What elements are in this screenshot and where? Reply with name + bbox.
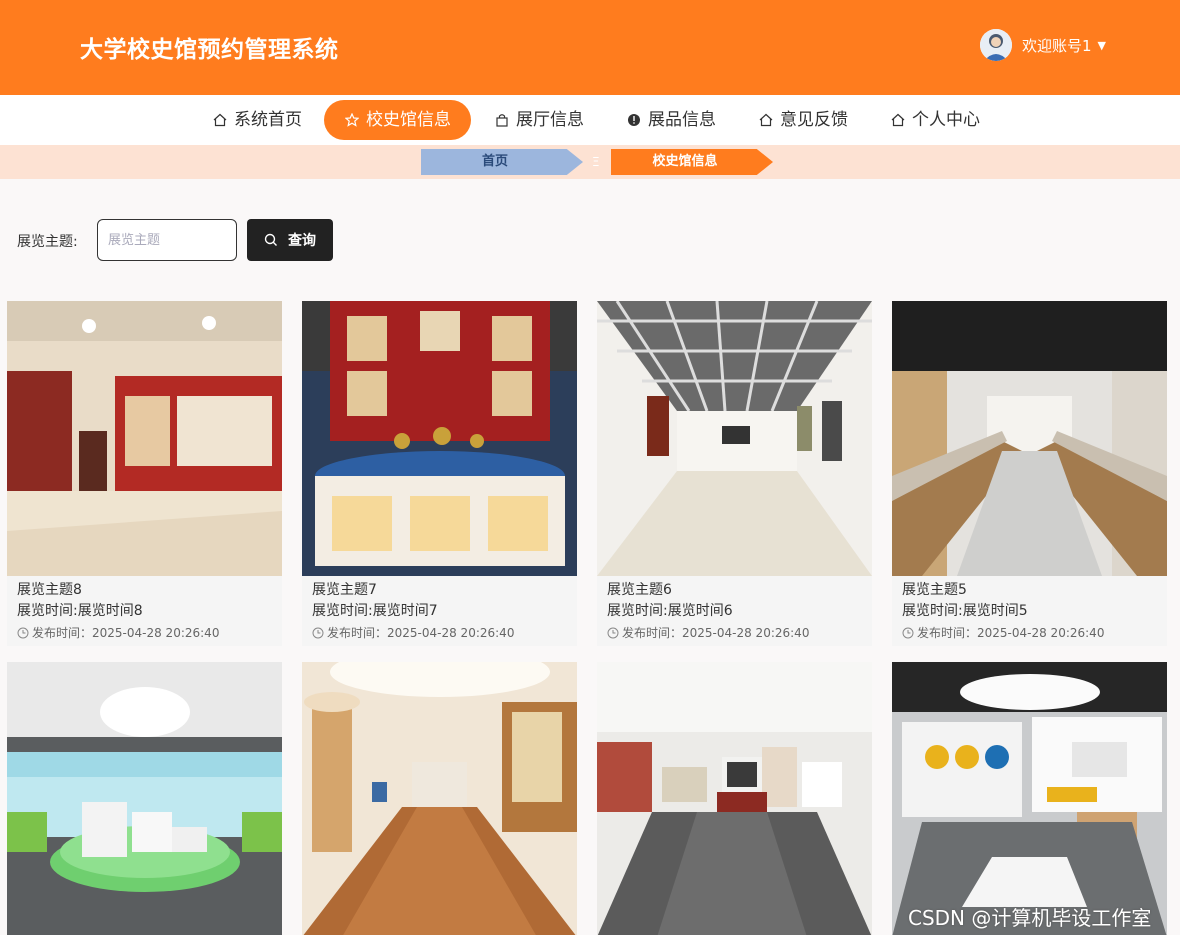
home-icon bbox=[212, 112, 228, 128]
home-icon bbox=[890, 112, 906, 128]
nav-label: 校史馆信息 bbox=[366, 110, 451, 130]
top-header: 大学校史馆预约管理系统 欢迎账号1 ▼ bbox=[0, 0, 1180, 95]
exhibition-image bbox=[892, 301, 1167, 576]
exhibition-card[interactable]: 展览主题8 展览时间:展览时间8 发布时间：2025-04-28 20:26:4… bbox=[7, 301, 282, 646]
card-theme: 展览主题7 bbox=[312, 582, 377, 598]
clock-icon bbox=[17, 627, 29, 639]
exhibition-card[interactable]: 展览主题7 展览时间:展览时间7 发布时间：2025-04-28 20:26:4… bbox=[302, 301, 577, 646]
bag-icon bbox=[494, 112, 510, 128]
exhibition-image bbox=[302, 301, 577, 576]
nav-label: 展厅信息 bbox=[516, 110, 584, 130]
exhibition-card[interactable] bbox=[302, 662, 577, 935]
exhibition-image bbox=[597, 301, 872, 576]
exhibition-card[interactable]: 展览主题5 展览时间:展览时间5 发布时间：2025-04-28 20:26:4… bbox=[892, 301, 1167, 646]
watermark: CSDN @计算机毕设工作室 bbox=[908, 906, 1152, 930]
card-published: 发布时间：2025-04-28 20:26:40 bbox=[917, 626, 1105, 640]
card-published: 发布时间：2025-04-28 20:26:40 bbox=[32, 626, 220, 640]
exhibition-card[interactable]: 展览主题6 展览时间:展览时间6 发布时间：2025-04-28 20:26:4… bbox=[597, 301, 872, 646]
breadcrumb-current: 校史馆信息 bbox=[611, 149, 773, 175]
caret-down-icon: ▼ bbox=[1097, 38, 1107, 52]
clock-icon bbox=[312, 627, 324, 639]
breadcrumb: 首页 Ξ 校史馆信息 bbox=[0, 145, 1180, 179]
exhibition-card[interactable] bbox=[892, 662, 1167, 935]
star-icon bbox=[344, 112, 360, 128]
nav-item-feedback[interactable]: 意见反馈 bbox=[758, 100, 848, 140]
nav-item-exhibition-hall[interactable]: 展厅信息 bbox=[494, 100, 584, 140]
card-theme: 展览主题6 bbox=[607, 582, 672, 598]
nav-item-school-history[interactable]: 校史馆信息 bbox=[324, 100, 471, 140]
main-nav: 系统首页 校史馆信息 展厅信息 展品信息 意见反馈 个人中心 bbox=[0, 95, 1180, 145]
card-time: 展览时间:展览时间5 bbox=[902, 603, 1028, 619]
nav-label: 个人中心 bbox=[912, 110, 980, 130]
exhibition-card[interactable] bbox=[7, 662, 282, 935]
search-button[interactable]: 查询 bbox=[247, 219, 333, 261]
home-icon bbox=[758, 112, 774, 128]
exhibition-image bbox=[302, 662, 577, 935]
clock-icon bbox=[902, 627, 914, 639]
nav-label: 意见反馈 bbox=[780, 110, 848, 130]
card-theme: 展览主题8 bbox=[17, 582, 82, 598]
exhibition-image bbox=[7, 301, 282, 576]
nav-label: 系统首页 bbox=[234, 110, 302, 130]
clock-icon bbox=[607, 627, 619, 639]
card-time: 展览时间:展览时间6 bbox=[607, 603, 733, 619]
nav-item-profile[interactable]: 个人中心 bbox=[890, 100, 980, 140]
card-published: 发布时间：2025-04-28 20:26:40 bbox=[622, 626, 810, 640]
user-menu[interactable]: 欢迎账号1 ▼ bbox=[980, 29, 1106, 61]
exhibition-image bbox=[597, 662, 872, 935]
nav-label: 展品信息 bbox=[648, 110, 716, 130]
avatar bbox=[980, 29, 1012, 61]
breadcrumb-separator: Ξ bbox=[592, 155, 600, 169]
user-greeting: 欢迎账号1 bbox=[1022, 36, 1092, 55]
exhibition-image bbox=[7, 662, 282, 935]
breadcrumb-home[interactable]: 首页 bbox=[421, 149, 583, 175]
nav-item-exhibits[interactable]: 展品信息 bbox=[626, 100, 716, 140]
alert-icon bbox=[626, 112, 642, 128]
exhibition-image bbox=[892, 662, 1167, 935]
search-input[interactable] bbox=[97, 219, 237, 261]
site-title: 大学校史馆预约管理系统 bbox=[80, 37, 339, 63]
card-published: 发布时间：2025-04-28 20:26:40 bbox=[327, 626, 515, 640]
card-theme: 展览主题5 bbox=[902, 582, 967, 598]
card-time: 展览时间:展览时间7 bbox=[312, 603, 438, 619]
nav-item-home[interactable]: 系统首页 bbox=[212, 100, 302, 140]
search-icon bbox=[264, 233, 278, 247]
card-time: 展览时间:展览时间8 bbox=[17, 603, 143, 619]
search-label: 展览主题: bbox=[17, 234, 78, 250]
exhibition-card[interactable] bbox=[597, 662, 872, 935]
search-button-label: 查询 bbox=[288, 233, 316, 249]
